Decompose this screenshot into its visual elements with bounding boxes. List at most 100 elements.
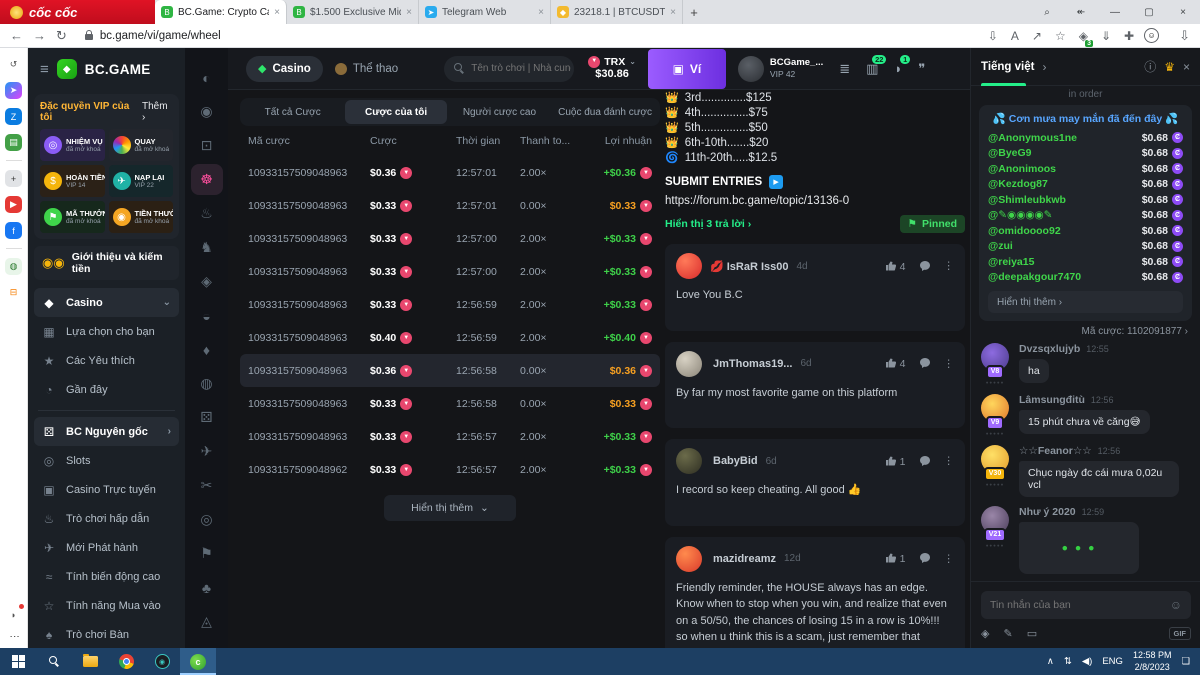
comment-username[interactable]: mazidreamz	[710, 553, 776, 565]
table-row[interactable]: 10933157509048963 $0.40▼ 12:56:59 2.00× …	[240, 321, 660, 354]
chat-username[interactable]: Lâmsungđitù	[1019, 394, 1085, 406]
action-center-icon[interactable]: ❏	[1181, 656, 1190, 667]
hidden-icons-chevron[interactable]: ∧	[1047, 656, 1054, 667]
chat-message-input[interactable]	[990, 599, 1170, 611]
dark-app-icon[interactable]: ◉	[144, 648, 180, 675]
reply-button[interactable]	[919, 455, 931, 468]
bell-icon[interactable]: ◗1	[894, 61, 902, 76]
bell-icon[interactable]: ◗	[5, 606, 22, 623]
winner-username[interactable]: @zui	[988, 240, 1142, 252]
list-icon[interactable]: ≣	[839, 61, 850, 77]
comment-username[interactable]: BabyBid	[710, 455, 758, 467]
table-row[interactable]: 10933157509048963 $0.36▼ 12:56:58 0.00× …	[240, 354, 660, 387]
messenger-icon[interactable]: ➤	[5, 82, 22, 99]
comment-username[interactable]: 💋IsRaR Iss00	[710, 260, 788, 273]
tab-close-icon[interactable]: ×	[406, 7, 412, 18]
forum-topic-link[interactable]: https://forum.bc.game/topic/13136-0	[665, 195, 965, 207]
bookmark-star-icon[interactable]: ☆	[1055, 29, 1066, 43]
browser-tab[interactable]: ➤ Telegram Web ×	[419, 0, 551, 24]
tab-close-icon[interactable]: ×	[274, 7, 280, 18]
maximize-button[interactable]: ▢	[1132, 7, 1166, 18]
chat-username[interactable]: ☆☆Feanor☆☆	[1019, 445, 1092, 457]
game-category-icon[interactable]: ⚄	[191, 402, 223, 433]
translate-icon[interactable]: A	[1011, 29, 1019, 43]
like-button[interactable]: 1	[885, 455, 906, 468]
divider[interactable]	[6, 160, 22, 161]
game-category-icon[interactable]: ◍	[191, 368, 223, 399]
close-icon[interactable]: ×	[1183, 60, 1190, 74]
more-icon[interactable]: ⋮	[944, 260, 955, 272]
game-category-icon[interactable]: ♦	[191, 334, 223, 365]
menu-live-casino[interactable]: ▣ Casino Trực tuyến	[34, 475, 179, 504]
like-button[interactable]: 4	[885, 357, 906, 370]
tab-search-icon[interactable]: ⌕	[1030, 7, 1064, 18]
download-arrow-icon[interactable]: ⇩	[1179, 28, 1190, 44]
chrome-icon[interactable]	[108, 648, 144, 675]
wallet-button[interactable]: ▣ Ví	[648, 49, 726, 89]
menu-buy-feature[interactable]: ☆ Tính năng Mua vào	[34, 591, 179, 620]
browser-tab[interactable]: ◆ 23218.1 | BTCUSDT Hợp đồng ×	[551, 0, 683, 24]
menu-new-releases[interactable]: ✈ Mới Phát hành	[34, 533, 179, 562]
menu-casino[interactable]: ◆ Casino ⌄	[34, 288, 179, 317]
menu-picks-for-you[interactable]: ▦ Lựa chọn cho bạn	[34, 317, 179, 346]
download-box-icon[interactable]: ⇓	[1101, 29, 1111, 43]
rain-icon[interactable]: ◈	[981, 627, 989, 640]
language-indicator[interactable]: ENG	[1102, 656, 1123, 667]
clock[interactable]: 12:58 PM 2/8/2023	[1133, 650, 1172, 673]
back-icon[interactable]: ←	[10, 28, 23, 43]
avatar[interactable]	[738, 56, 764, 82]
winner-username[interactable]: @Anonymous1ne	[988, 132, 1142, 144]
bet-tab[interactable]: Cược của tôi	[345, 100, 446, 124]
vip-card[interactable]: ◎ NHIỆM VỤđã mở khoá	[40, 129, 105, 161]
game-category-icon[interactable]: ♞	[191, 232, 223, 263]
winner-username[interactable]: @Kezdog87	[988, 178, 1142, 190]
menu-favorites[interactable]: ★ Các Yêu thích	[34, 346, 179, 375]
table-row[interactable]: 10933157509048963 $0.33▼ 12:56:57 2.00× …	[240, 420, 660, 453]
mail-icon[interactable]: ▥22	[866, 61, 878, 77]
search-input[interactable]	[471, 63, 571, 74]
like-button[interactable]: 4	[885, 260, 906, 273]
bet-tab[interactable]: Tất cả Cược	[242, 100, 343, 124]
gif-button[interactable]: GIF	[1169, 627, 1192, 640]
menu-slots[interactable]: ◎ Slots	[34, 446, 179, 475]
avatar[interactable]	[676, 448, 702, 474]
vip-card[interactable]: ⚑ MÃ THƯỞNGđã mở khoá	[40, 201, 105, 233]
reply-button[interactable]	[919, 552, 931, 565]
winner-username[interactable]: @deepakgour7470	[988, 271, 1142, 283]
more-icon[interactable]: ⋮	[8, 632, 19, 642]
menu-recent[interactable]: ◔ Gần đây	[34, 375, 179, 404]
taskbar-search-icon[interactable]	[36, 648, 72, 675]
game-category-icon[interactable]: ◉	[191, 96, 223, 127]
network-icon[interactable]: ⇅	[1064, 656, 1072, 667]
chat-input-box[interactable]: ☺	[981, 591, 1191, 619]
winner-username[interactable]: @omidoooo92	[988, 225, 1142, 237]
table-row[interactable]: 10933157509048962 $0.33▼ 12:56:57 2.00× …	[240, 453, 660, 486]
chat-username[interactable]: Dvzsqxlujyb	[1019, 343, 1080, 355]
file-explorer-icon[interactable]	[72, 648, 108, 675]
show-replies-link[interactable]: Hiển thị 3 trả lời ›	[665, 218, 751, 230]
table-row[interactable]: 10933157509048963 $0.33▼ 12:57:01 0.00× …	[240, 189, 660, 222]
table-row[interactable]: 10933157509048963 $0.36▼ 12:57:01 2.00× …	[240, 156, 660, 189]
table-row[interactable]: 10933157509048963 $0.33▼ 12:57:00 2.00× …	[240, 222, 660, 255]
emoji-icon[interactable]: ☺	[1170, 598, 1182, 612]
reply-button[interactable]	[919, 357, 931, 370]
avatar[interactable]	[676, 351, 702, 377]
bet-id-link[interactable]: Mã cược: 1102091877 ›	[983, 326, 1188, 337]
hamburger-menu-icon[interactable]: ≡	[40, 61, 49, 78]
browser-tab[interactable]: B BC.Game: Crypto Casino Gan ×	[155, 0, 287, 24]
football-icon[interactable]: ◍	[5, 258, 22, 275]
coccoc-taskbar-icon[interactable]: c	[180, 648, 216, 675]
game-category-icon[interactable]: ☸	[191, 164, 223, 195]
game-category-icon[interactable]: ✈	[191, 436, 223, 467]
bet-tab[interactable]: Cuộc đua đánh cược	[552, 100, 658, 124]
more-icon[interactable]: ⋮	[944, 455, 955, 467]
winner-username[interactable]: @Shimleubkwb	[988, 194, 1142, 206]
game-search[interactable]	[444, 56, 574, 82]
show-more-button[interactable]: Hiển thị thêm ›	[988, 291, 1183, 313]
info-icon[interactable]: ⓘ	[1144, 58, 1156, 75]
rules-icon[interactable]: ✎	[1003, 627, 1012, 640]
vip-card[interactable]: QUAYđã mở khoá	[109, 129, 174, 161]
vip-more-link[interactable]: Thêm ›	[142, 101, 173, 123]
table-row[interactable]: 10933157509048963 $0.33▼ 12:56:58 0.00× …	[240, 387, 660, 420]
new-tab-button[interactable]: +	[683, 0, 705, 24]
